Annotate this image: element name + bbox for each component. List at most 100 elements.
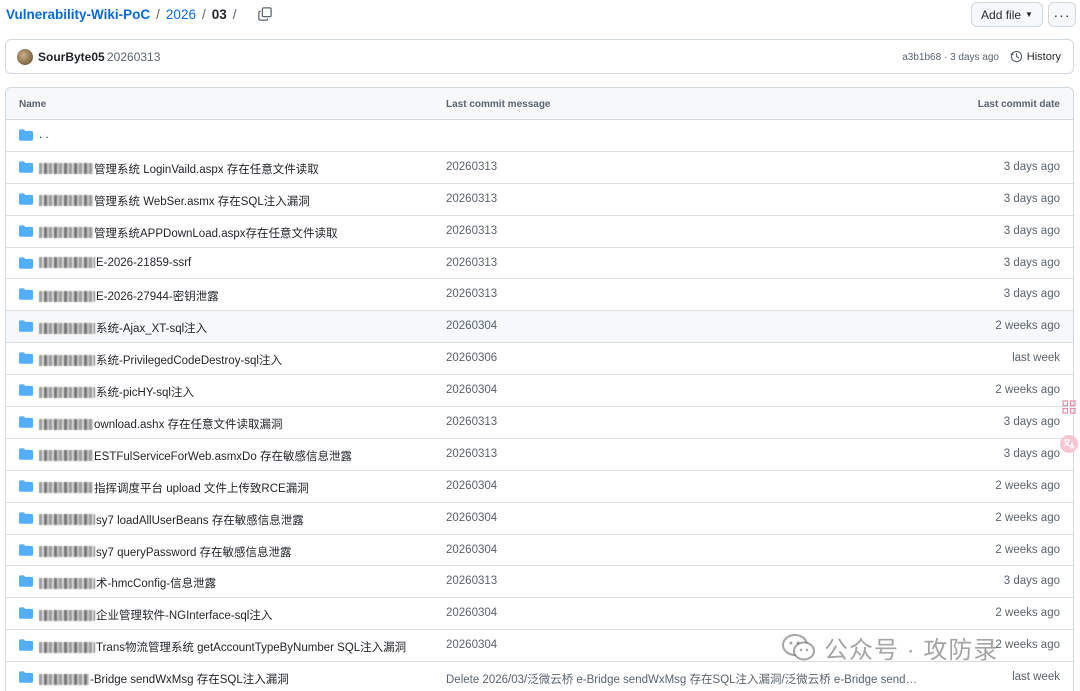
commit-message-link[interactable]: 20260313 [446,575,926,587]
redacted-text [39,386,95,398]
folder-name-link[interactable]: sy7 queryPassword 存在敏感信息泄露 [39,544,292,560]
folder-name-link[interactable]: 系统-Ajax_XT-sql注入 [39,320,207,336]
folder-name: 系统-PrivilegedCodeDestroy-sql注入 [96,355,282,368]
parent-directory-link[interactable]: . . [39,129,49,141]
breadcrumb-separator: / [232,6,237,22]
redacted-text [39,354,95,366]
apps-grid-icon[interactable] [1060,398,1078,416]
breadcrumb-separator: / [156,6,160,22]
folder-name-link[interactable]: ownload.ashx 存在任意文件读取漏洞 [39,416,283,432]
commit-message-link[interactable]: 20260313 [446,288,926,300]
table-row[interactable]: ESTFulServiceForWeb.asmxDo 存在敏感信息泄露 20260… [6,439,1073,471]
history-icon [1009,50,1022,63]
commit-message-link[interactable]: 20260304 [446,320,926,332]
commit-message-link[interactable]: 20260313 [446,257,926,269]
table-row[interactable]: 系统-PrivilegedCodeDestroy-sql注入 20260306 la… [6,343,1073,376]
file-table: Name Last commit message Last commit dat… [5,87,1074,691]
folder-icon [19,512,33,524]
table-row[interactable]: 企业管理软件-NGInterface-sql注入 20260304 2 weeks … [6,598,1073,631]
breadcrumb-repo-link[interactable]: Vulnerability-Wiki-PoC [6,7,150,22]
folder-name-link[interactable]: 管理系统 WebSer.asmx 存在SQL注入漏洞 [39,193,310,209]
folder-name-link[interactable]: 术-hmcConfig-信息泄露 [39,575,216,591]
folder-name-link[interactable]: E-2026-21859-ssrf [39,257,191,269]
table-row[interactable]: 术-hmcConfig-信息泄露 20260313 3 days ago [6,566,1073,599]
commit-message-link[interactable]: 20260313 [446,193,926,205]
table-row[interactable]: 管理系统APPDownLoad.aspx存在任意文件读取 20260313 3 da… [6,216,1073,248]
commit-message[interactable]: 20260313 [107,50,160,64]
history-button[interactable]: History [1009,50,1061,63]
commit-date: 2 weeks ago [995,479,1060,492]
repo-header: Vulnerability-Wiki-PoC / 2026 / 03 / Add… [0,0,1080,30]
commit-date: last week [1012,352,1060,365]
table-row[interactable]: E-2026-21859-ssrf 20260313 3 days ago [6,248,1073,280]
folder-name: 管理系统 LoginVaild.aspx 存在任意文件读取 [94,163,319,176]
commit-message-link[interactable]: 20260304 [446,512,926,524]
folder-icon [19,193,33,205]
commit-message-link[interactable]: Delete 2026/03/泛微云桥 e-Bridge sendWxMsg 存… [446,671,926,687]
file-rows: 管理系统 LoginVaild.aspx 存在任意文件读取 20260313 3 d… [6,152,1073,691]
folder-name: 系统-Ajax_XT-sql注入 [96,323,208,336]
commit-date: 2 weeks ago [995,607,1060,620]
folder-name-link[interactable]: sy7 loadAllUserBeans 存在敏感信息泄露 [39,512,304,528]
more-options-button[interactable]: ··· [1048,2,1076,27]
folder-name-link[interactable]: 管理系统 LoginVaild.aspx 存在任意文件读取 [39,161,319,177]
table-row[interactable]: ownload.ashx 存在任意文件读取漏洞 20260313 3 days ag… [6,407,1073,439]
redacted-text [39,290,95,302]
folder-name-link[interactable]: 系统-picHY-sql注入 [39,384,194,400]
table-row[interactable]: E-2026-27944-密钥泄露 20260313 3 days ago [6,279,1073,312]
folder-name: ownload.ashx 存在任意文件读取漏洞 [94,419,283,432]
commit-message-link[interactable]: 20260304 [446,607,926,619]
caret-down-icon: ▼ [1025,10,1033,19]
redacted-text [39,577,95,589]
redacted-text [39,322,95,334]
parent-directory-row[interactable]: . . [6,120,1073,152]
copy-icon[interactable] [257,6,273,22]
folder-name-link[interactable]: 指挥调度平台 upload 文件上传致RCE漏洞 [39,480,309,496]
folder-name: 术-hmcConfig-信息泄露 [96,578,217,591]
folder-name-link[interactable]: 企业管理软件-NGInterface-sql注入 [39,607,272,623]
redacted-text [39,227,93,239]
folder-name-link[interactable]: E-2026-27944-密钥泄露 [39,288,219,304]
folder-icon [19,448,33,460]
breadcrumb-year-link[interactable]: 2026 [166,7,196,22]
commit-message-link[interactable]: 20260304 [446,384,926,396]
commit-message-link[interactable]: 20260313 [446,448,926,460]
history-label: History [1026,50,1061,63]
table-row[interactable]: 系统-picHY-sql注入 20260304 2 weeks ago [6,375,1073,408]
commit-message-link[interactable]: 20260304 [446,544,926,556]
commit-date: 2 weeks ago [995,384,1060,397]
folder-icon [19,288,33,301]
table-row[interactable]: 管理系统 LoginVaild.aspx 存在任意文件读取 20260313 3 d… [6,152,1073,184]
commit-message-link[interactable]: 20260313 [446,161,926,173]
folder-name: sy7 loadAllUserBeans 存在敏感信息泄露 [96,514,304,527]
table-row[interactable]: 指挥调度平台 upload 文件上传致RCE漏洞 20260304 2 weeks … [6,471,1073,503]
redacted-text [39,514,95,526]
commit-message-link[interactable]: 20260313 [446,416,926,428]
commit-sha-time[interactable]: a3b1b68 · 3 days ago [902,52,999,63]
add-file-button[interactable]: Add file ▼ [971,2,1043,27]
table-row[interactable]: sy7 queryPassword 存在敏感信息泄露 20260304 2 week… [6,535,1073,567]
wechat-icon [782,633,815,660]
folder-name-link[interactable]: ESTFulServiceForWeb.asmxDo 存在敏感信息泄露 [39,448,352,464]
commit-message-link[interactable]: 20260304 [446,480,926,492]
folder-name: 系统-picHY-sql注入 [96,387,194,400]
folder-icon [19,639,33,651]
commit-message-link[interactable]: 20260306 [446,352,926,364]
table-row[interactable]: 系统-Ajax_XT-sql注入 20260304 2 weeks ago [6,311,1073,344]
folder-name-link[interactable]: 管理系统APPDownLoad.aspx存在任意文件读取 [39,225,337,241]
avatar[interactable] [17,49,33,65]
redacted-text [39,450,93,462]
commit-date: 2 weeks ago [995,320,1060,333]
table-row[interactable]: sy7 loadAllUserBeans 存在敏感信息泄露 20260304 2 w… [6,503,1073,535]
breadcrumb-separator: / [201,6,206,22]
folder-name-link[interactable]: -Bridge sendWxMsg 存在SQL注入漏洞 [39,671,289,687]
folder-name-link[interactable]: 系统-PrivilegedCodeDestroy-sql注入 [39,352,282,368]
folder-name: Trans物流管理系统 getAccountTypeByNumber SQL注入… [96,642,407,655]
translate-icon[interactable] [1060,435,1078,453]
folder-name-link[interactable]: Trans物流管理系统 getAccountTypeByNumber SQL注入… [39,639,406,655]
commit-author[interactable]: SourByte05 [38,50,105,64]
commit-message-link[interactable]: 20260313 [446,225,926,237]
table-row[interactable]: -Bridge sendWxMsg 存在SQL注入漏洞 Delete 2026/0… [6,662,1073,691]
table-row[interactable]: 管理系统 WebSer.asmx 存在SQL注入漏洞 20260313 3 days… [6,184,1073,216]
folder-icon [19,480,33,492]
